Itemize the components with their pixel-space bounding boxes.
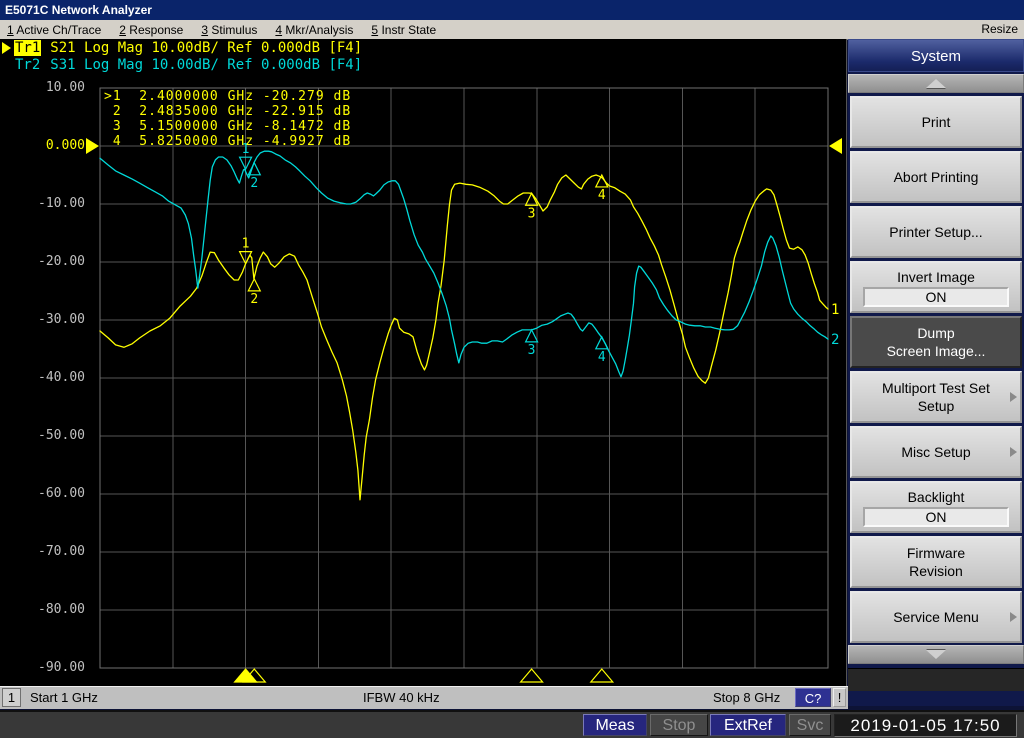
trace-status-line-tr2[interactable]: Tr2 S31 Log Mag 10.00dB/ Ref 0.000dB [F4]	[2, 57, 362, 73]
clock-display: 2019-01-05 17:50	[834, 714, 1017, 737]
window-titlebar: E5071C Network Analyzer	[0, 0, 1024, 20]
menu-item-instr-state[interactable]: 5 Instr State	[371, 21, 436, 39]
marker-readout-row: >1 2.4000000 GHz -20.279 dB	[104, 89, 352, 104]
y-axis-tick-label: -30.00	[38, 312, 85, 327]
status-extref: ExtRef	[710, 714, 786, 736]
softkey-label: Setup	[917, 398, 955, 414]
active-channel-indicator[interactable]: 1	[2, 688, 21, 707]
menu-bar: 1 Active Ch/Trace 2 Response 3 Stimulus 4 M…	[0, 20, 1024, 40]
y-axis-tick-label: -10.00	[38, 196, 85, 211]
softkey-label: Screen Image...	[886, 343, 986, 359]
softkey-service-menu[interactable]: Service Menu	[850, 591, 1022, 643]
channel-status-bar: 1 Start 1 GHz IFBW 40 kHz Stop 8 GHz C? …	[0, 686, 848, 709]
menu-item-mkr-analysis[interactable]: 4 Mkr/Analysis	[275, 21, 353, 39]
softkey-label: Dump	[917, 325, 955, 341]
softkey-label: Print	[921, 114, 951, 130]
softkey-misc-setup[interactable]: Misc Setup	[850, 426, 1022, 478]
start-frequency-label: Start 1 GHz	[30, 690, 98, 705]
y-axis-tick-label: 10.00	[45, 80, 85, 95]
softkey-firmware-revision[interactable]: Firmware Revision	[850, 536, 1022, 588]
softkey-label: Invert Image	[897, 268, 975, 285]
softkey-label: Backlight	[907, 488, 965, 505]
menu-item-active-ch-trace[interactable]: 1 Active Ch/Trace	[7, 21, 101, 39]
marker-readout-row: 2 2.4835000 GHz -22.915 dB	[104, 104, 352, 119]
instrument-window: E5071C Network Analyzer 1 Active Ch/Trac…	[0, 0, 1024, 738]
submenu-arrow-icon	[1010, 612, 1017, 622]
y-axis-tick-label: -20.00	[38, 254, 85, 269]
softkey-multiport-test-set-setup[interactable]: Multiport Test Set Setup	[850, 371, 1022, 423]
y-axis-tick-label: -50.00	[38, 428, 85, 443]
trace-status-line-tr1[interactable]: Tr1 S21 Log Mag 10.00dB/ Ref 0.000dB [F4]	[2, 40, 362, 56]
softkey-panel: System Print Abort Printing Printer Setup.…	[848, 39, 1024, 706]
y-axis-tick-label: -60.00	[38, 486, 85, 501]
trace-format-readout: S31 Log Mag 10.00dB/ Ref 0.000dB [F4]	[50, 57, 363, 73]
softkey-label: Printer Setup...	[889, 224, 983, 240]
y-axis-tick-label: -70.00	[38, 544, 85, 559]
softkey-label: Service Menu	[893, 609, 979, 625]
submenu-arrow-icon	[1010, 392, 1017, 402]
y-axis-tick-label: -90.00	[38, 660, 85, 675]
softkey-label: Misc Setup	[901, 444, 971, 460]
status-stop: Stop	[650, 714, 708, 736]
softkey-print[interactable]: Print	[850, 96, 1022, 148]
y-axis-tick-label: -40.00	[38, 370, 85, 385]
softkey-menu-title: System	[848, 39, 1024, 72]
softkey-invert-image[interactable]: Invert Image ON	[850, 261, 1022, 313]
stop-frequency-label: Stop 8 GHz	[713, 690, 781, 705]
softkey-dump-screen-image[interactable]: Dump Screen Image...	[850, 316, 1022, 368]
reference-level-label: 0.000	[45, 138, 85, 153]
trace-format-readout: S21 Log Mag 10.00dB/ Ref 0.000dB [F4]	[50, 40, 363, 56]
warning-badge: !	[833, 688, 846, 707]
marker-readout-row: 3 5.1500000 GHz -8.1472 dB	[104, 119, 352, 134]
submenu-arrow-icon	[1010, 447, 1017, 457]
window-title: E5071C Network Analyzer	[5, 3, 152, 17]
softkey-backlight[interactable]: Backlight ON	[850, 481, 1022, 533]
menu-items: 1 Active Ch/Trace 2 Response 3 Stimulus 4 M…	[0, 21, 436, 39]
calibration-badge: C?	[795, 688, 831, 707]
softkey-panel-footer	[848, 668, 1024, 691]
resize-control[interactable]: Resize	[981, 20, 1018, 38]
trace-name: Tr1	[14, 40, 42, 56]
softkey-toggle-state: ON	[863, 506, 1009, 527]
ifbw-label: IFBW 40 kHz	[363, 690, 440, 705]
instrument-status-bar: Meas Stop ExtRef Svc 2019-01-05 17:50	[0, 710, 1024, 738]
status-svc: Svc	[789, 714, 831, 736]
softkey-printer-setup[interactable]: Printer Setup...	[850, 206, 1022, 258]
menu-item-stimulus[interactable]: 3 Stimulus	[201, 21, 257, 39]
status-meas: Meas	[583, 714, 647, 736]
softkey-scroll-up-button[interactable]	[848, 74, 1024, 93]
marker-readout-row: 4 5.8250000 GHz -4.9927 dB	[104, 134, 352, 149]
softkey-scroll-down-button[interactable]	[848, 645, 1024, 664]
menu-item-response[interactable]: 2 Response	[119, 21, 183, 39]
active-trace-arrow-icon	[2, 42, 11, 54]
softkey-abort-printing[interactable]: Abort Printing	[850, 151, 1022, 203]
trace-name: Tr2	[15, 57, 41, 73]
softkey-label: Abort Printing	[893, 169, 979, 185]
softkey-label: Firmware	[906, 545, 966, 561]
y-axis-tick-label: -80.00	[38, 602, 85, 617]
softkey-label: Multiport Test Set	[882, 380, 990, 396]
softkey-toggle-state: ON	[863, 286, 1009, 307]
scroll-up-icon	[926, 79, 946, 88]
scroll-down-icon	[926, 650, 946, 659]
softkey-label: Revision	[909, 563, 963, 579]
